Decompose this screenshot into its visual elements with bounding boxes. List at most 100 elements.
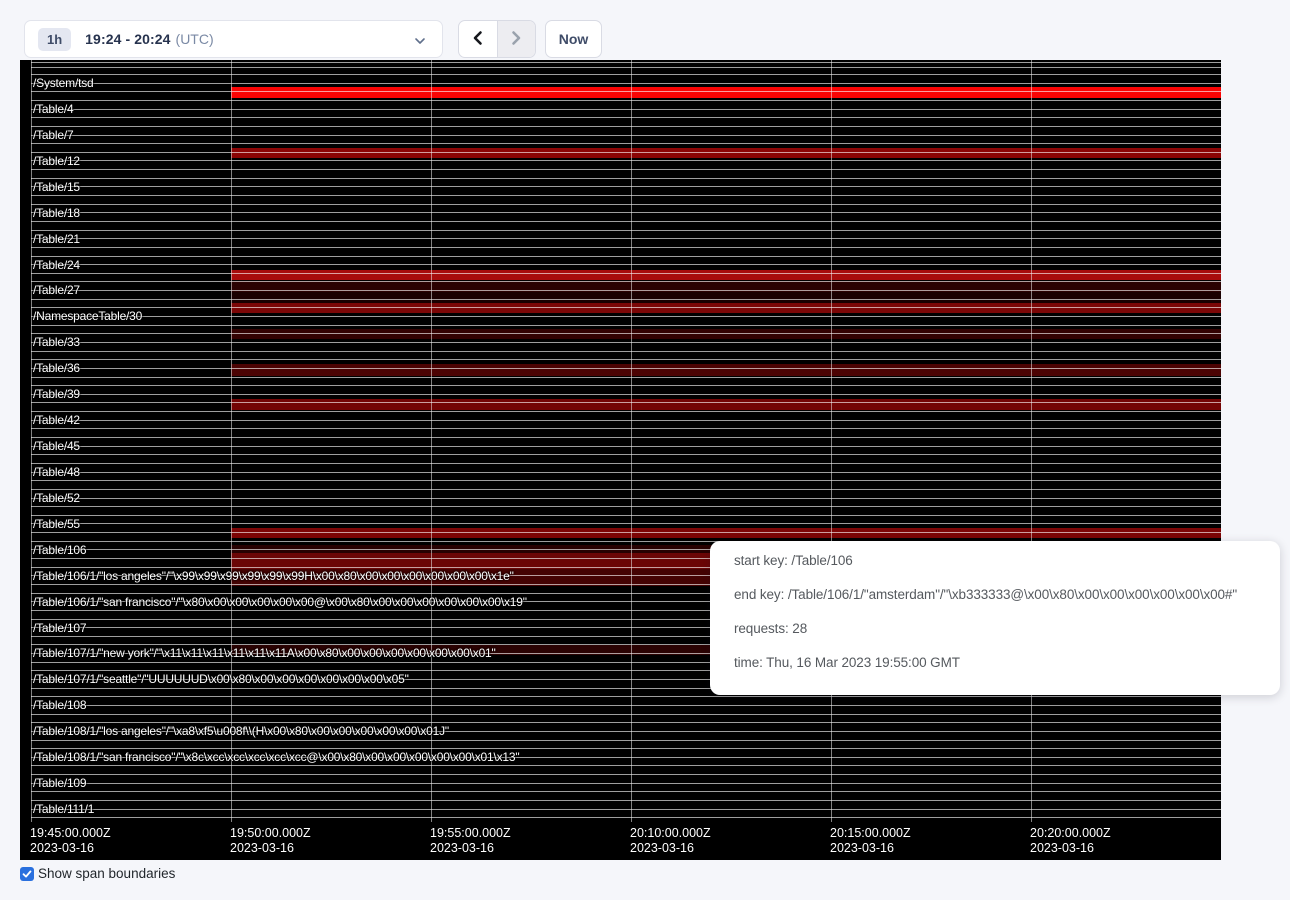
axis-tick-date: 2023-03-16 xyxy=(830,841,911,856)
span-boundary-line xyxy=(31,377,1221,378)
axis-tick-date: 2023-03-16 xyxy=(430,841,511,856)
axis-tick-time: 20:20:00.000Z xyxy=(1030,826,1111,841)
span-boundary-line xyxy=(31,498,1221,499)
span-boundary-line xyxy=(31,67,1221,68)
axis-tick-date: 2023-03-16 xyxy=(1030,841,1111,856)
span-boundary-line xyxy=(31,800,1221,801)
heat-band[interactable] xyxy=(231,292,1221,303)
span-boundary-line xyxy=(31,351,1221,352)
time-gridline xyxy=(631,60,632,822)
span-boundary-line xyxy=(31,705,1221,706)
row-label: /Table/12 xyxy=(33,154,80,168)
axis-tick-time: 19:55:00.000Z xyxy=(430,826,511,841)
span-boundary-line xyxy=(31,299,1221,300)
row-label: /Table/24 xyxy=(33,258,80,272)
axis-tick: 19:55:00.000Z2023-03-16 xyxy=(430,826,511,856)
row-label: /Table/108/1/"san francisco"/"\x8c\xcc\x… xyxy=(33,750,519,764)
span-boundary-line xyxy=(31,463,1221,464)
span-boundary-line xyxy=(31,783,1221,784)
row-label: /Table/21 xyxy=(33,232,80,246)
row-label: /Table/111/1 xyxy=(33,802,94,816)
row-label: /System/tsd xyxy=(33,76,93,90)
span-boundary-line xyxy=(31,186,1221,187)
row-label: /Table/55 xyxy=(33,517,80,531)
span-tooltip: start key: /Table/106 end key: /Table/106… xyxy=(710,541,1280,695)
span-boundary-line xyxy=(31,74,1221,75)
span-boundary-line xyxy=(31,126,1221,127)
span-boundary-line xyxy=(31,325,1221,326)
now-button[interactable]: Now xyxy=(545,20,602,58)
axis-tick: 19:50:00.000Z2023-03-16 xyxy=(230,826,311,856)
span-boundary-line xyxy=(31,135,1221,136)
span-boundary-line xyxy=(31,714,1221,715)
time-range-selector[interactable]: 1h 19:24 - 20:24 (UTC) xyxy=(24,20,443,58)
span-boundary-line xyxy=(31,489,1221,490)
span-boundary-line xyxy=(31,523,1221,524)
row-label: /Table/7 xyxy=(33,128,73,142)
span-boundary-line xyxy=(31,307,1221,308)
row-label: /Table/107/1/"new york"/"\x11\x11\x11\x1… xyxy=(33,646,496,660)
axis-tick-date: 2023-03-16 xyxy=(30,841,111,856)
tooltip-line: time: Thu, 16 Mar 2023 19:55:00 GMT xyxy=(734,656,1280,670)
span-boundary-line xyxy=(31,774,1221,775)
span-boundary-line xyxy=(31,437,1221,438)
span-boundary-line xyxy=(31,143,1221,144)
axis-tick-date: 2023-03-16 xyxy=(630,841,711,856)
show-span-boundaries-checkbox[interactable] xyxy=(20,867,34,881)
key-visualizer-canvas[interactable]: /System/tsd/Table/4/Table/7/Table/12/Tab… xyxy=(20,60,1221,860)
time-gridline xyxy=(431,60,432,822)
prev-range-button[interactable] xyxy=(459,21,497,57)
show-span-boundaries-label: Show span boundaries xyxy=(38,866,175,881)
tooltip-line: end key: /Table/106/1/"amsterdam"/"\xb33… xyxy=(734,588,1280,602)
axis-tick-date: 2023-03-16 xyxy=(230,841,311,856)
span-boundary-line xyxy=(31,91,1221,92)
span-boundary-line xyxy=(31,740,1221,741)
row-label: /Table/106/1/"san francisco"/"\x80\x00\x… xyxy=(33,595,527,609)
range-timezone: (UTC) xyxy=(176,31,214,47)
axis-tick: 20:20:00.000Z2023-03-16 xyxy=(1030,826,1111,856)
range-duration-badge: 1h xyxy=(38,28,71,51)
axis-tick: 20:15:00.000Z2023-03-16 xyxy=(830,826,911,856)
next-range-button[interactable] xyxy=(497,21,536,57)
span-boundary-line xyxy=(31,428,1221,429)
span-boundary-line xyxy=(31,532,1221,533)
tooltip-line: start key: /Table/106 xyxy=(734,554,1280,568)
span-boundary-line xyxy=(31,411,1221,412)
span-boundary-line xyxy=(31,696,1221,697)
row-label: /Table/18 xyxy=(33,206,80,220)
span-boundary-line xyxy=(31,204,1221,205)
row-label: /Table/106/1/"los angeles"/"\x99\x99\x99… xyxy=(33,569,514,583)
row-label: /Table/42 xyxy=(33,413,80,427)
time-gridline xyxy=(1031,60,1032,822)
axis-tick-time: 20:10:00.000Z xyxy=(630,826,711,841)
row-label: /Table/15 xyxy=(33,180,80,194)
span-boundary-line xyxy=(31,333,1221,334)
key-visualizer-page: 1h 19:24 - 20:24 (UTC) Now /System/tsd/T… xyxy=(0,0,1290,900)
span-boundary-line xyxy=(31,359,1221,360)
heat-band[interactable] xyxy=(231,148,1221,158)
axis-tick-time: 20:15:00.000Z xyxy=(830,826,911,841)
span-boundary-line xyxy=(31,454,1221,455)
chevron-down-icon xyxy=(414,34,426,52)
row-label: /Table/107 xyxy=(33,621,86,635)
row-label: /Table/52 xyxy=(33,491,80,505)
footer: Show span boundaries xyxy=(20,866,175,881)
row-label: /Table/106 xyxy=(33,543,86,557)
chevron-left-icon xyxy=(471,30,485,49)
row-label: /Table/45 xyxy=(33,439,80,453)
span-boundary-line xyxy=(31,178,1221,179)
heat-band[interactable] xyxy=(231,399,1221,410)
heat-band[interactable] xyxy=(231,270,1221,280)
row-label: /Table/39 xyxy=(33,387,80,401)
span-boundary-line xyxy=(31,100,1221,101)
span-boundary-line xyxy=(31,264,1221,265)
span-boundary-line xyxy=(31,83,1221,84)
time-gridline xyxy=(231,60,232,822)
span-boundary-line xyxy=(31,281,1221,282)
heat-band[interactable] xyxy=(231,364,1221,376)
span-boundary-line xyxy=(31,247,1221,248)
axis-tick-time: 19:50:00.000Z xyxy=(230,826,311,841)
span-boundary-line xyxy=(31,273,1221,274)
span-boundary-line xyxy=(31,791,1221,792)
span-boundary-line xyxy=(31,238,1221,239)
